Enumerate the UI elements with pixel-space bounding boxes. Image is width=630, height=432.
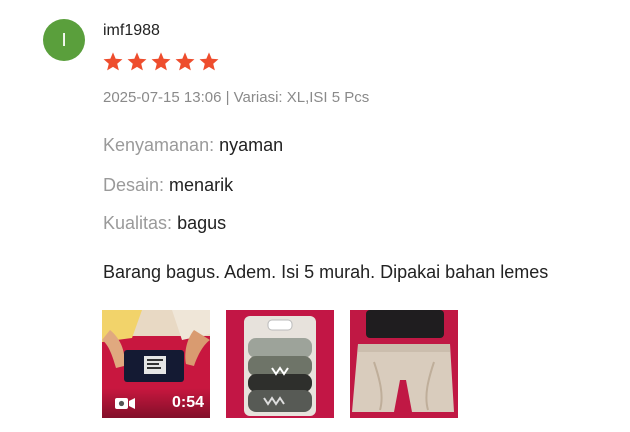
attribute-value: bagus bbox=[177, 213, 227, 233]
star-icon bbox=[199, 52, 219, 71]
attribute-value: nyaman bbox=[219, 135, 284, 155]
attribute-value: menarik bbox=[169, 175, 234, 195]
review-media-gallery: 0:54 bbox=[102, 310, 458, 418]
video-duration: 0:54 bbox=[171, 394, 204, 411]
media-image-thumbnail[interactable] bbox=[350, 310, 458, 418]
attribute-label: Kenyamanan: bbox=[103, 135, 215, 155]
attribute-comfort: Kenyamanan: nyaman bbox=[103, 133, 283, 157]
star-rating bbox=[102, 51, 220, 73]
review-date-variation: 2025-07-15 13:06 | Variasi: XL,ISI 5 Pcs bbox=[103, 89, 370, 106]
product-photo-packed bbox=[226, 310, 334, 418]
attribute-label: Kualitas: bbox=[103, 213, 173, 233]
attribute-label: Desain: bbox=[103, 175, 165, 195]
star-icon bbox=[175, 52, 195, 71]
avatar-initial: I bbox=[61, 29, 67, 51]
review-comment: Barang bagus. Adem. Isi 5 murah. Dipakai… bbox=[103, 262, 549, 282]
reviewer-username[interactable]: imf1988 bbox=[103, 21, 160, 41]
video-overlay: 0:54 bbox=[102, 388, 210, 418]
avatar[interactable]: I bbox=[43, 19, 85, 61]
star-icon bbox=[151, 52, 171, 71]
video-camera-icon bbox=[115, 398, 135, 409]
media-video-thumbnail[interactable]: 0:54 bbox=[102, 310, 210, 418]
star-icon bbox=[103, 52, 123, 71]
product-photo-shorts bbox=[350, 310, 458, 418]
attribute-design: Desain: menarik bbox=[103, 173, 233, 197]
attribute-quality: Kualitas: bagus bbox=[103, 211, 226, 235]
star-icon bbox=[127, 52, 147, 71]
media-image-thumbnail[interactable] bbox=[226, 310, 334, 418]
